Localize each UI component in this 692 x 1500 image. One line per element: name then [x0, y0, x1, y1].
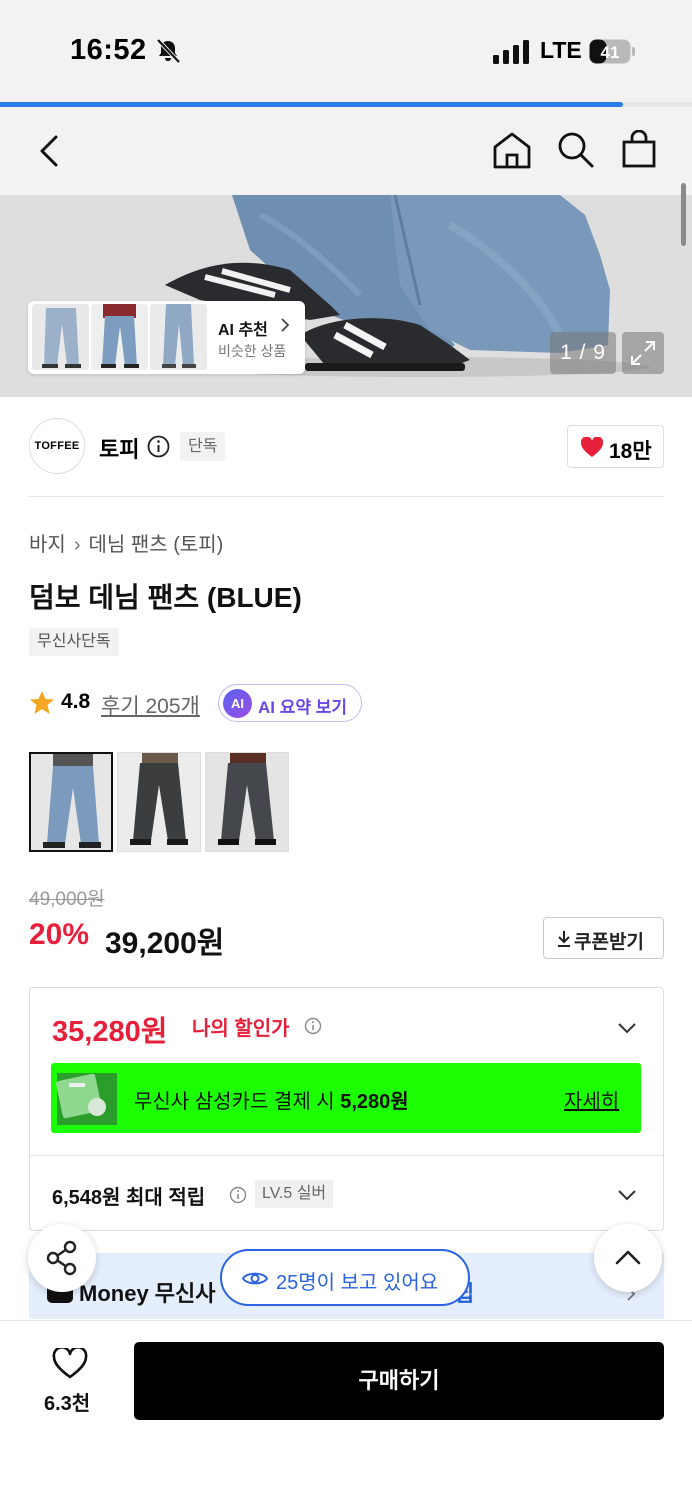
- home-icon[interactable]: [492, 131, 532, 169]
- member-level-tag: LV.5 실버: [255, 1180, 334, 1208]
- card-image: [56, 1073, 117, 1125]
- ai-summary-button[interactable]: AI AI 요약 보기: [218, 684, 362, 722]
- discount-rate: 20%: [29, 918, 90, 951]
- chevron-down-icon[interactable]: [617, 1022, 637, 1034]
- recommend-thumb: [32, 304, 89, 370]
- wishlist-count: 6.3천: [44, 1393, 91, 1415]
- download-icon: [558, 931, 570, 947]
- top-nav-bar: [0, 107, 692, 195]
- signal-icon: [493, 40, 529, 64]
- scroll-indicator[interactable]: [681, 183, 686, 246]
- share-button[interactable]: [28, 1224, 96, 1292]
- info-icon[interactable]: [304, 1017, 322, 1035]
- breadcrumb-category[interactable]: 바지: [29, 534, 66, 556]
- card-offer-banner[interactable]: 무신사 삼성카드 결제 시 5,280원 자세히: [51, 1063, 641, 1133]
- recommend-thumb: [91, 304, 148, 370]
- scroll-top-button[interactable]: [594, 1224, 662, 1292]
- max-points: 6,548원 최대 적립: [52, 1187, 206, 1209]
- card-offer-amount: 5,280원: [340, 1091, 409, 1113]
- star-icon: [30, 691, 54, 714]
- expand-icon: [631, 341, 655, 365]
- shopping-bag-icon[interactable]: [622, 130, 656, 168]
- my-discount-label: 나의 할인가: [192, 1018, 290, 1040]
- ai-badge-icon: AI: [223, 689, 252, 718]
- card-offer-prefix: 무신사 삼성카드 결제 시: [134, 1091, 341, 1113]
- share-icon: [46, 1240, 77, 1276]
- brand-name[interactable]: 토피: [99, 432, 139, 464]
- breadcrumb-subcategory[interactable]: 데님 팬츠 (토피): [88, 534, 223, 556]
- recommend-thumb: [150, 304, 207, 370]
- brand-like-button[interactable]: 18만: [567, 425, 664, 468]
- breadcrumb: 바지 › 데님 팬츠 (토피): [29, 528, 223, 557]
- expand-image-button[interactable]: [622, 332, 664, 374]
- divider: [30, 1155, 663, 1156]
- color-option-charcoal[interactable]: [205, 752, 289, 852]
- image-counter: 1 / 9: [550, 332, 616, 374]
- rating-value: 4.8: [61, 690, 91, 713]
- ai-recommend-title: AI 추천: [218, 322, 268, 339]
- product-title: 덤보 데님 팬츠 (BLUE): [29, 582, 302, 613]
- exclusive-tag: 무신사단독: [29, 628, 119, 656]
- ai-summary-label: AI 요약 보기: [258, 698, 348, 717]
- brand-like-count: 18만: [609, 440, 652, 463]
- back-icon[interactable]: [38, 135, 60, 167]
- brand-logo[interactable]: TOFFEE: [29, 418, 85, 474]
- viewers-text: 25명이 보고 있어요: [276, 1272, 439, 1294]
- battery-level: 41: [601, 43, 620, 62]
- search-icon[interactable]: [557, 131, 595, 169]
- reviews-link[interactable]: 후기 205개: [101, 690, 200, 720]
- battery-icon: 41: [589, 39, 635, 64]
- color-option-black[interactable]: [117, 752, 201, 852]
- ai-recommend-subtitle: 비슷한 상품: [218, 343, 287, 359]
- price-benefit-box: 35,280원 나의 할인가 무신사 삼성카드 결제 시 5,280원 자세히 …: [29, 987, 664, 1231]
- buy-button[interactable]: 구매하기: [134, 1342, 664, 1420]
- eye-icon: [242, 1272, 268, 1285]
- color-option-blue[interactable]: [29, 752, 113, 852]
- chevron-up-icon: [615, 1250, 641, 1265]
- bottom-action-bar: 6.3천 구매하기: [0, 1320, 692, 1500]
- heart-filled-icon: [580, 437, 604, 457]
- viewers-indicator: 25명이 보고 있어요: [220, 1249, 470, 1306]
- info-icon[interactable]: [229, 1186, 247, 1204]
- my-discount-price: 35,280원: [52, 1016, 168, 1048]
- chevron-right-icon: [281, 318, 290, 332]
- brand-exclusive-tag: 단독: [180, 432, 226, 461]
- status-bar: 16:52 LTE 41: [0, 0, 692, 104]
- money-banner-text: Money 무신사: [79, 1281, 216, 1306]
- info-icon[interactable]: [147, 435, 170, 458]
- network-type: LTE: [540, 37, 582, 63]
- coupon-button[interactable]: 쿠폰받기: [543, 917, 664, 959]
- heart-outline-icon[interactable]: [52, 1348, 88, 1380]
- divider: [29, 496, 664, 497]
- coupon-label: 쿠폰받기: [574, 932, 644, 953]
- status-time: 16:52: [70, 34, 147, 66]
- ai-recommend-card[interactable]: AI 추천 비슷한 상품: [28, 301, 305, 374]
- sale-price: 39,200원: [105, 927, 225, 960]
- chevron-down-icon[interactable]: [617, 1189, 637, 1201]
- bell-muted-icon: [156, 38, 181, 64]
- breadcrumb-separator: ›: [73, 534, 81, 556]
- card-offer-text: 무신사 삼성카드 결제 시 5,280원: [134, 1085, 409, 1114]
- card-detail-link[interactable]: 자세히: [564, 1085, 619, 1114]
- original-price: 49,000원: [29, 889, 105, 910]
